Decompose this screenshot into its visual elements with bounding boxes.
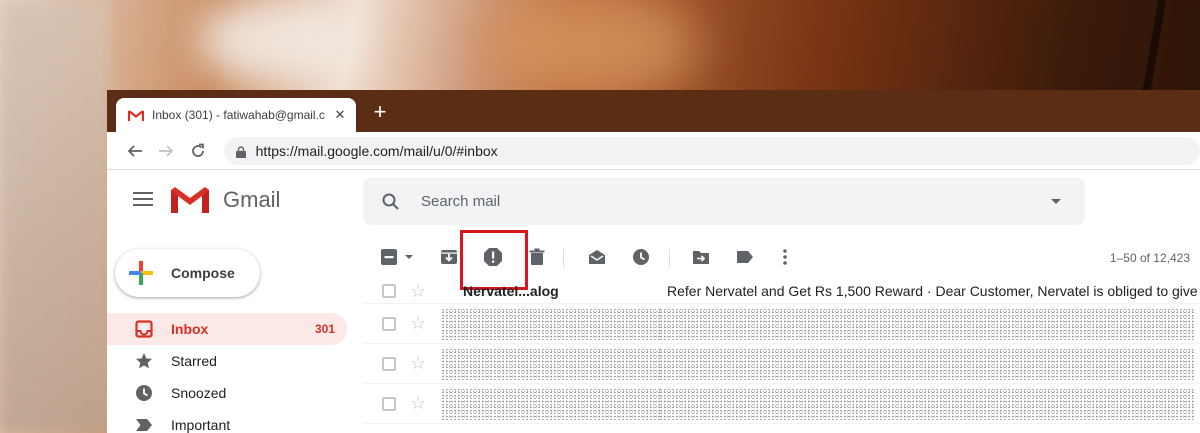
sidebar-item-label: Snoozed [171, 385, 227, 401]
row-checkbox[interactable] [382, 316, 396, 331]
app-name[interactable]: Gmail [223, 187, 280, 213]
redacted-sender [441, 348, 661, 380]
email-row[interactable]: ☆ [363, 344, 1200, 384]
browser-tab[interactable]: Inbox (301) - fatiwahab@gmail.c ✕ [116, 98, 356, 132]
compose-button[interactable]: Compose [115, 249, 260, 297]
archive-icon[interactable] [439, 247, 459, 267]
message-toolbar: 1–50 of 12,423 [363, 230, 1200, 290]
redacted-sender [441, 388, 661, 420]
row-checkbox[interactable] [382, 396, 396, 411]
toolbar-divider [669, 249, 670, 267]
unread-count-badge: 301 [314, 322, 335, 336]
sidebar-item-label: Important [171, 417, 231, 433]
gmail-logo-icon[interactable] [171, 187, 209, 215]
tab-title: Inbox (301) - fatiwahab@gmail.c [152, 108, 325, 122]
address-bar[interactable]: https://mail.google.com/mail/u/0/#inbox [223, 136, 1200, 165]
search-input[interactable] [421, 193, 1051, 210]
select-dropdown-icon[interactable] [399, 247, 419, 267]
row-checkbox[interactable] [382, 356, 396, 371]
main-menu-icon[interactable] [133, 192, 153, 208]
star-toggle-icon[interactable]: ☆ [410, 353, 426, 374]
star-toggle-icon[interactable]: ☆ [410, 281, 426, 302]
email-list: ☆ Nervatel...alog Refer Nervatel and Get… [363, 279, 1200, 424]
inbox-icon [135, 320, 153, 338]
toolbar-divider [563, 249, 564, 267]
search-icon[interactable] [381, 192, 401, 212]
background-photo-highlight [480, 0, 700, 100]
star-toggle-icon[interactable]: ☆ [410, 393, 426, 414]
move-to-icon[interactable] [691, 247, 711, 267]
url-text: https://mail.google.com/mail/u/0/#inbox [255, 142, 498, 159]
gmail-header: Gmail [107, 170, 1200, 233]
more-icon[interactable] [775, 247, 795, 267]
email-row[interactable]: ☆ Nervatel...alog Refer Nervatel and Get… [363, 279, 1200, 304]
back-icon[interactable] [119, 137, 151, 165]
redacted-sender [441, 308, 661, 340]
email-subject: Refer Nervatel and Get Rs 1,500 Reward ·… [667, 283, 1197, 299]
email-sender: Nervatel...alog [463, 283, 559, 299]
compose-plus-icon [129, 261, 153, 285]
search-bar[interactable] [363, 178, 1085, 225]
mark-as-read-icon[interactable] [587, 247, 607, 267]
sidebar: Compose Inbox 301 Starred Snoozed Import… [107, 233, 357, 433]
sidebar-item-label: Inbox [171, 321, 209, 337]
message-list-area: 1–50 of 12,423 ☆ Nervatel...alog Refer N… [363, 230, 1200, 433]
important-icon [135, 416, 153, 433]
pagination-range: 1–50 of 12,423 [1109, 251, 1190, 265]
select-all-checkbox-icon[interactable] [379, 247, 399, 267]
browser-window: Inbox (301) - fatiwahab@gmail.c ✕ + http… [107, 90, 1200, 433]
sidebar-item-inbox[interactable]: Inbox 301 [107, 313, 347, 345]
forward-icon[interactable] [151, 137, 183, 165]
redacted-subject [659, 308, 1194, 340]
row-checkbox[interactable] [382, 284, 396, 298]
star-toggle-icon[interactable]: ☆ [410, 313, 426, 334]
compose-label: Compose [171, 265, 235, 281]
background-photo [0, 0, 110, 433]
sidebar-item-starred[interactable]: Starred [107, 345, 347, 377]
snooze-icon[interactable] [631, 247, 651, 267]
sidebar-item-important[interactable]: Important [107, 409, 347, 433]
search-options-dropdown-icon[interactable] [1051, 199, 1061, 204]
sidebar-item-snoozed[interactable]: Snoozed [107, 377, 347, 409]
sidebar-item-label: Starred [171, 353, 217, 369]
reload-icon[interactable] [182, 137, 214, 165]
star-icon [135, 352, 153, 370]
background-photo-highlight [200, 0, 360, 80]
gmail-favicon-icon [127, 109, 145, 122]
redacted-subject [659, 388, 1194, 420]
clock-icon [135, 384, 153, 402]
email-row[interactable]: ☆ [363, 304, 1200, 344]
tab-close-icon[interactable]: ✕ [332, 107, 348, 123]
delete-icon[interactable] [527, 247, 547, 267]
browser-toolbar: https://mail.google.com/mail/u/0/#inbox [107, 132, 1200, 170]
redacted-subject [659, 348, 1194, 380]
background-photo-edge [1141, 0, 1167, 95]
tab-strip: Inbox (301) - fatiwahab@gmail.c ✕ + [107, 90, 1200, 132]
new-tab-button[interactable]: + [369, 101, 391, 123]
labels-icon[interactable] [735, 247, 755, 267]
lock-icon [235, 145, 246, 158]
email-row[interactable]: ☆ [363, 384, 1200, 424]
